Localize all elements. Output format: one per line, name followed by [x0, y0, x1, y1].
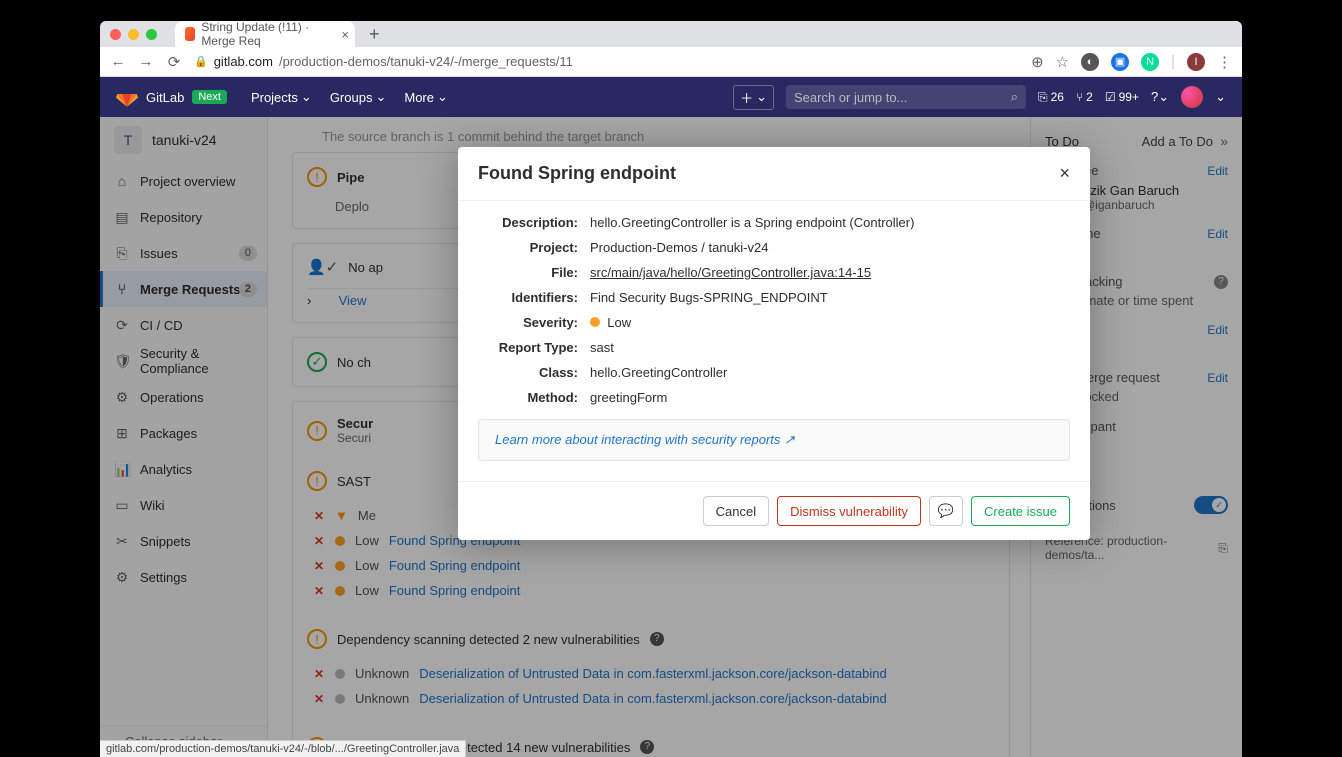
next-badge: Next — [192, 90, 227, 104]
severity-dot-icon — [590, 317, 600, 327]
merge-icon: ⑂ — [1076, 90, 1083, 104]
zoom-icon[interactable]: ⊕ — [1031, 53, 1044, 71]
new-tab-button[interactable]: + — [363, 24, 386, 45]
dismiss-button[interactable]: Dismiss vulnerability — [777, 496, 921, 526]
star-icon[interactable]: ☆ — [1056, 53, 1069, 71]
field-label-file: File: — [478, 265, 578, 280]
profile-avatar-icon[interactable]: I — [1187, 53, 1205, 71]
ext3-icon[interactable]: N — [1141, 53, 1159, 71]
cancel-button[interactable]: Cancel — [703, 496, 769, 526]
field-label-severity: Severity: — [478, 315, 578, 330]
field-value-severity: Low — [590, 315, 1070, 330]
field-value-class: hello.GreetingController — [590, 365, 1070, 380]
learn-more-link[interactable]: Learn more about interacting with securi… — [478, 419, 1070, 461]
field-label-description: Description: — [478, 215, 578, 230]
close-window-button[interactable] — [110, 29, 121, 40]
field-value-method: greetingForm — [590, 390, 1070, 405]
global-search[interactable]: Search or jump to... ⌕ — [786, 85, 1026, 109]
mr-counter[interactable]: ⑂2 — [1076, 90, 1093, 104]
user-avatar[interactable] — [1181, 86, 1203, 108]
ext1-icon[interactable]: ◐ — [1081, 53, 1099, 71]
tab-favicon — [185, 27, 195, 41]
help-icon[interactable]: ?⌄ — [1151, 89, 1169, 105]
search-placeholder: Search or jump to... — [794, 90, 907, 105]
comment-icon: 💬 — [938, 503, 954, 518]
field-label-method: Method: — [478, 390, 578, 405]
todo-icon: ☑ — [1105, 90, 1116, 104]
back-icon[interactable]: ← — [110, 53, 126, 70]
issue-icon: ⎘ — [1038, 90, 1048, 105]
todo-counter[interactable]: ☑99+ — [1105, 90, 1139, 104]
field-value-report-type: sast — [590, 340, 1070, 355]
field-label-project: Project: — [478, 240, 578, 255]
vulnerability-modal: Found Spring endpoint × Description: hell… — [458, 147, 1090, 540]
nav-more[interactable]: More⌄ — [404, 89, 448, 105]
modal-title: Found Spring endpoint — [478, 163, 676, 184]
create-issue-button[interactable]: Create issue — [971, 496, 1070, 526]
identifier-link[interactable]: Find Security Bugs-SPRING_ENDPOINT — [590, 290, 1070, 305]
close-icon[interactable]: × — [1059, 163, 1070, 184]
minimize-window-button[interactable] — [128, 29, 139, 40]
window-traffic-lights — [110, 29, 157, 40]
gitlab-logo[interactable]: GitLab Next — [116, 86, 227, 108]
field-label-class: Class: — [478, 365, 578, 380]
brand-label: GitLab — [146, 90, 184, 105]
chevron-down-icon: ⌄ — [1215, 89, 1226, 105]
browser-toolbar: ← → ⟳ 🔒 gitlab.com/production-demos/tanu… — [100, 47, 1242, 77]
project-link[interactable]: Production-Demos / tanuki-v24 — [590, 240, 1070, 255]
new-dropdown-button[interactable]: ＋⌄ — [733, 85, 774, 110]
chevron-down-icon: ⌄ — [301, 89, 312, 105]
url-path: /production-demos/tanuki-v24/-/merge_req… — [279, 54, 573, 69]
url-host: gitlab.com — [214, 54, 273, 69]
issues-counter[interactable]: ⎘26 — [1038, 90, 1064, 105]
search-icon: ⌕ — [1011, 89, 1018, 105]
tab-close-icon[interactable]: × — [341, 27, 349, 42]
browser-tab-strip: String Update (!11) · Merge Req × + — [100, 21, 1242, 47]
comment-button[interactable]: 💬 — [929, 496, 963, 526]
reload-icon[interactable]: ⟳ — [166, 53, 182, 71]
chevron-down-icon: ⌄ — [437, 89, 448, 105]
gitlab-header: GitLab Next Projects⌄ Groups⌄ More⌄ ＋⌄ S… — [100, 77, 1242, 117]
kebab-menu-icon[interactable]: ⋮ — [1217, 53, 1232, 71]
tab-title: String Update (!11) · Merge Req — [201, 21, 327, 48]
chevron-down-icon: ⌄ — [375, 89, 386, 105]
browser-statusbar: gitlab.com/production-demos/tanuki-v24/-… — [100, 740, 466, 757]
maximize-window-button[interactable] — [146, 29, 157, 40]
toolbar-right-icons: ⊕ ☆ ◐ ▣ N | I ⋮ — [1031, 53, 1232, 71]
ext2-icon[interactable]: ▣ — [1111, 53, 1129, 71]
nav-projects[interactable]: Projects⌄ — [251, 89, 312, 105]
field-label-identifiers: Identifiers: — [478, 290, 578, 305]
chevron-down-icon: ⌄ — [756, 89, 767, 105]
file-link[interactable]: src/main/java/hello/GreetingController.j… — [590, 265, 1070, 280]
field-value-description: hello.GreetingController is a Spring end… — [590, 215, 1070, 230]
field-label-report-type: Report Type: — [478, 340, 578, 355]
forward-icon[interactable]: → — [138, 53, 154, 70]
nav-groups[interactable]: Groups⌄ — [330, 89, 387, 105]
address-bar[interactable]: 🔒 gitlab.com/production-demos/tanuki-v24… — [194, 54, 1019, 69]
external-link-icon: ↗ — [784, 432, 795, 447]
lock-icon: 🔒 — [194, 55, 208, 68]
browser-tab[interactable]: String Update (!11) · Merge Req × — [175, 21, 355, 47]
